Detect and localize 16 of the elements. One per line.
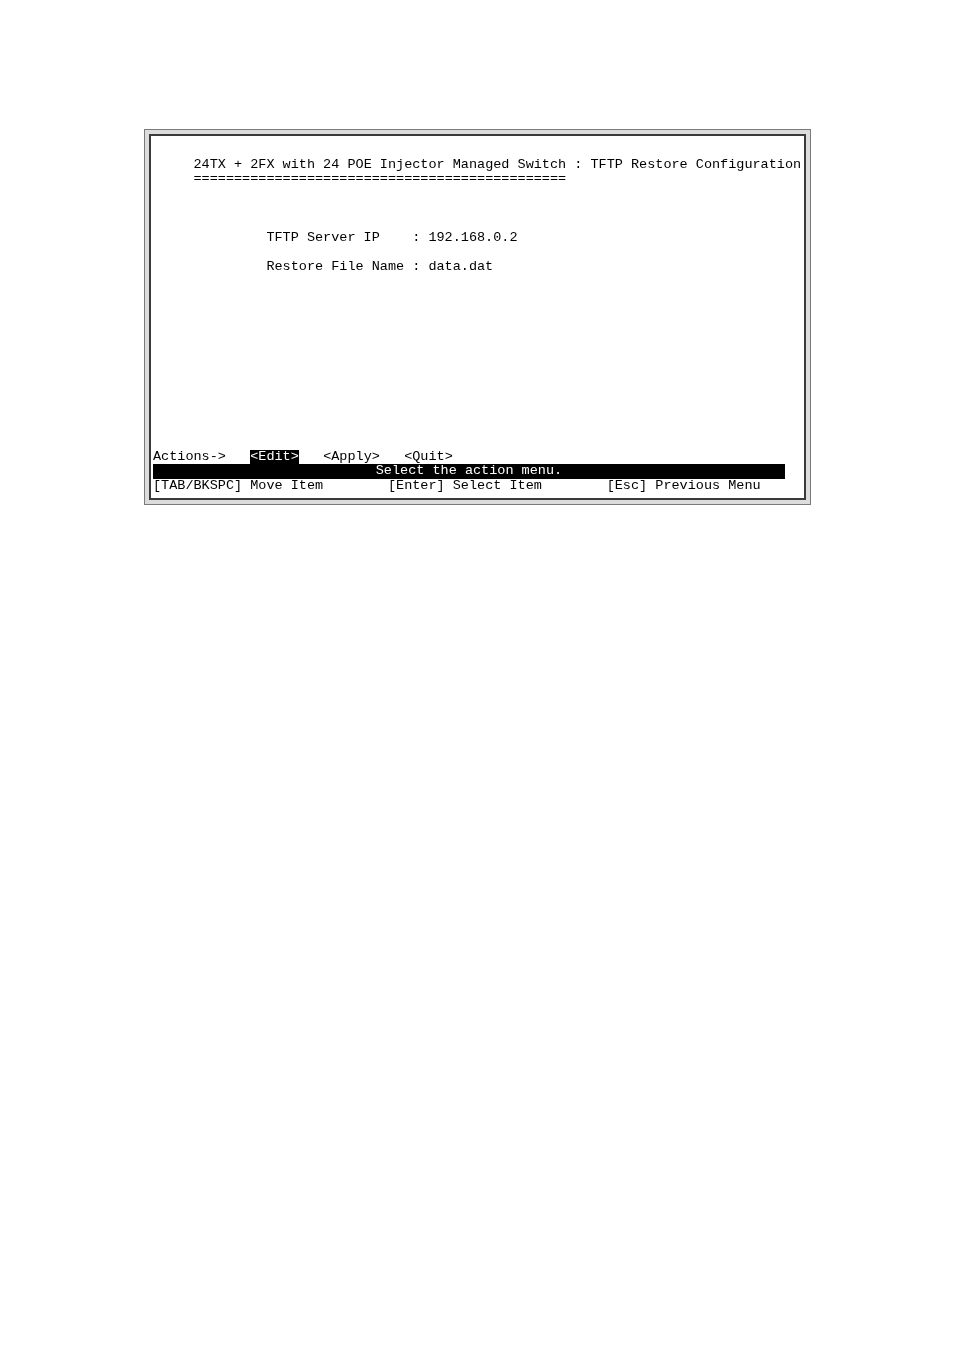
title-underline: ============================================== — [193, 172, 567, 187]
key-hint: [TAB/BKSPC] Move Item — [153, 478, 324, 494]
key-hint: [Esc] Previous Menu — [606, 478, 761, 494]
status-bar: Select the action menu. — [153, 464, 785, 479]
field-separator: : — [412, 230, 421, 246]
field-separator: : — [412, 259, 421, 275]
action-menu-item[interactable]: <Edit> — [250, 449, 299, 465]
key-hint: [Enter] Select Item — [387, 478, 542, 494]
field-value[interactable]: data.dat — [428, 259, 494, 275]
screen-title: 24TX + 2FX with 24 POE Injector Managed Switch : TFTP Restore Configuration — [193, 157, 802, 173]
actions-label: Actions-> — [153, 449, 226, 465]
action-menu-item[interactable]: <Apply> — [323, 449, 380, 465]
field-label: TFTP Server IP — [266, 230, 380, 246]
field-value[interactable]: 192.168.0.2 — [428, 230, 518, 246]
field-label: Restore File Name — [266, 259, 405, 275]
action-menu-item[interactable]: <Quit> — [404, 449, 453, 465]
